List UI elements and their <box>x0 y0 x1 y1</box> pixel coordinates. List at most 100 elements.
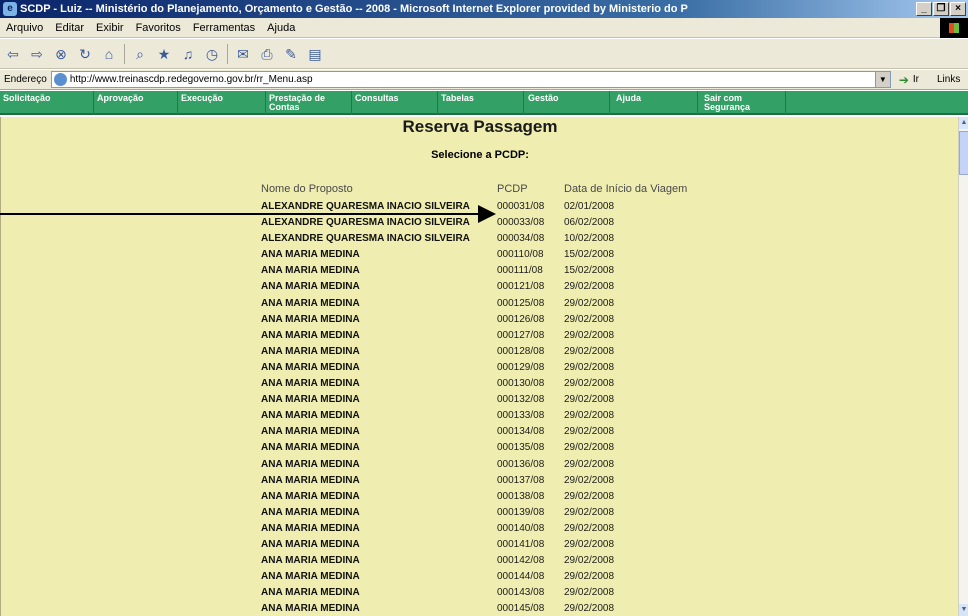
cell-nome[interactable]: ANA MARIA MEDINA <box>261 312 360 328</box>
table-row[interactable]: ALEXANDRE QUARESMA INACIO SILVEIRA 000034… <box>1 231 958 247</box>
table-row[interactable]: ANA MARIA MEDINA 000125/08 29/02/2008 <box>1 296 958 312</box>
table-row[interactable]: ANA MARIA MEDINA 000110/08 15/02/2008 <box>1 247 958 263</box>
scroll-up-icon[interactable]: ▲ <box>959 117 968 129</box>
table-row[interactable]: ANA MARIA MEDINA 000139/08 29/02/2008 <box>1 505 958 521</box>
close-button[interactable]: × <box>950 2 966 16</box>
cell-nome[interactable]: ANA MARIA MEDINA <box>261 585 360 601</box>
window-title: SCDP - Luiz -- Ministério do Planejament… <box>20 3 688 15</box>
nav-aprovacao[interactable]: Aprovação <box>94 91 178 115</box>
cell-nome[interactable]: ANA MARIA MEDINA <box>261 279 360 295</box>
stop-icon[interactable]: ⊗ <box>52 45 70 63</box>
cell-data: 29/02/2008 <box>564 490 615 502</box>
refresh-icon[interactable]: ↻ <box>76 45 94 63</box>
table-row[interactable]: ANA MARIA MEDINA 000137/08 29/02/2008 <box>1 473 958 489</box>
cell-nome[interactable]: ANA MARIA MEDINA <box>261 553 360 569</box>
cell-nome[interactable]: ANA MARIA MEDINA <box>261 489 360 505</box>
nav-consultas[interactable]: Consultas <box>352 91 438 115</box>
nav-sair[interactable]: Sair com Segurança <box>698 91 786 115</box>
table-row[interactable]: ALEXANDRE QUARESMA INACIO SILVEIRA 000033… <box>1 215 958 231</box>
table-row[interactable]: ANA MARIA MEDINA 000142/08 29/02/2008 <box>1 553 958 569</box>
nav-ajuda[interactable]: Ajuda <box>610 91 698 115</box>
cell-nome[interactable]: ANA MARIA MEDINA <box>261 392 360 408</box>
cell-data: 29/02/2008 <box>564 587 615 599</box>
cell-nome[interactable]: ANA MARIA MEDINA <box>261 601 360 616</box>
cell-data: 29/02/2008 <box>564 281 615 293</box>
nav-tabelas[interactable]: Tabelas <box>438 91 524 115</box>
nav-prestacao-contas[interactable]: Prestação de Contas <box>266 91 352 115</box>
nav-gestao[interactable]: Gestão <box>524 91 610 115</box>
favorites-icon[interactable]: ★ <box>155 45 173 63</box>
scroll-thumb[interactable] <box>959 131 968 175</box>
table-row[interactable]: ANA MARIA MEDINA 000145/08 29/02/2008 <box>1 601 958 616</box>
cell-data: 29/02/2008 <box>564 538 615 550</box>
cell-nome[interactable]: ANA MARIA MEDINA <box>261 440 360 456</box>
cell-nome[interactable]: ANA MARIA MEDINA <box>261 408 360 424</box>
table-row[interactable]: ANA MARIA MEDINA 000111/08 15/02/2008 <box>1 263 958 279</box>
table-row[interactable]: ANA MARIA MEDINA 000129/08 29/02/2008 <box>1 360 958 376</box>
print-icon[interactable]: ⎙ <box>258 45 276 63</box>
table-row[interactable]: ANA MARIA MEDINA 000140/08 29/02/2008 <box>1 521 958 537</box>
address-dropdown-icon[interactable]: ▼ <box>874 72 890 87</box>
cell-nome[interactable]: ANA MARIA MEDINA <box>261 473 360 489</box>
table-row[interactable]: ANA MARIA MEDINA 000134/08 29/02/2008 <box>1 424 958 440</box>
forward-icon[interactable]: ⇨ <box>28 45 46 63</box>
minimize-button[interactable]: _ <box>916 2 932 16</box>
cell-nome[interactable]: ANA MARIA MEDINA <box>261 457 360 473</box>
cell-nome[interactable]: ALEXANDRE QUARESMA INACIO SILVEIRA <box>261 199 470 215</box>
back-icon[interactable]: ⇦ <box>4 45 22 63</box>
discuss-icon[interactable]: ▤ <box>306 45 324 63</box>
table-row[interactable]: ANA MARIA MEDINA 000135/08 29/02/2008 <box>1 440 958 456</box>
table-row[interactable]: ANA MARIA MEDINA 000132/08 29/02/2008 <box>1 392 958 408</box>
cell-nome[interactable]: ANA MARIA MEDINA <box>261 505 360 521</box>
cell-data: 29/02/2008 <box>564 442 615 454</box>
table-row[interactable]: ANA MARIA MEDINA 000126/08 29/02/2008 <box>1 312 958 328</box>
edit-icon[interactable]: ✎ <box>282 45 300 63</box>
cell-nome[interactable]: ANA MARIA MEDINA <box>261 376 360 392</box>
cell-nome[interactable]: ANA MARIA MEDINA <box>261 247 360 263</box>
table-row[interactable]: ALEXANDRE QUARESMA INACIO SILVEIRA 000031… <box>1 199 958 215</box>
vertical-scrollbar[interactable]: ▲ ▼ <box>958 117 968 616</box>
nav-solicitacao[interactable]: Solicitação <box>0 91 94 115</box>
media-icon[interactable]: ♫ <box>179 45 197 63</box>
home-icon[interactable]: ⌂ <box>100 45 118 63</box>
table-row[interactable]: ANA MARIA MEDINA 000127/08 29/02/2008 <box>1 328 958 344</box>
cell-nome[interactable]: ALEXANDRE QUARESMA INACIO SILVEIRA <box>261 231 470 247</box>
table-row[interactable]: ANA MARIA MEDINA 000141/08 29/02/2008 <box>1 537 958 553</box>
menu-arquivo[interactable]: Arquivo <box>0 22 49 34</box>
cell-nome[interactable]: ANA MARIA MEDINA <box>261 537 360 553</box>
table-row[interactable]: ANA MARIA MEDINA 000121/08 29/02/2008 <box>1 279 958 295</box>
mail-icon[interactable]: ✉ <box>234 45 252 63</box>
menu-favoritos[interactable]: Favoritos <box>130 22 187 34</box>
maximize-button[interactable]: ❐ <box>933 2 949 16</box>
cell-nome[interactable]: ANA MARIA MEDINA <box>261 521 360 537</box>
cell-nome[interactable]: ANA MARIA MEDINA <box>261 569 360 585</box>
menu-ajuda[interactable]: Ajuda <box>261 22 301 34</box>
table-row[interactable]: ANA MARIA MEDINA 000143/08 29/02/2008 <box>1 585 958 601</box>
cell-nome[interactable]: ANA MARIA MEDINA <box>261 424 360 440</box>
table-row[interactable]: ANA MARIA MEDINA 000136/08 29/02/2008 <box>1 457 958 473</box>
cell-data: 29/02/2008 <box>564 555 615 567</box>
cell-nome[interactable]: ANA MARIA MEDINA <box>261 263 360 279</box>
menu-exibir[interactable]: Exibir <box>90 22 130 34</box>
go-button[interactable]: ➔ Ir <box>899 73 919 87</box>
cell-nome[interactable]: ANA MARIA MEDINA <box>261 296 360 312</box>
menu-editar[interactable]: Editar <box>49 22 90 34</box>
cell-nome[interactable]: ANA MARIA MEDINA <box>261 360 360 376</box>
nav-execucao[interactable]: Execução <box>178 91 266 115</box>
table-row[interactable]: ANA MARIA MEDINA 000128/08 29/02/2008 <box>1 344 958 360</box>
cell-nome[interactable]: ANA MARIA MEDINA <box>261 328 360 344</box>
history-icon[interactable]: ◷ <box>203 45 221 63</box>
table-row[interactable]: ANA MARIA MEDINA 000144/08 29/02/2008 <box>1 569 958 585</box>
cell-nome[interactable]: ANA MARIA MEDINA <box>261 344 360 360</box>
table-row[interactable]: ANA MARIA MEDINA 000138/08 29/02/2008 <box>1 489 958 505</box>
cell-pcdp: 000121/08 <box>497 281 545 293</box>
links-button[interactable]: Links <box>937 74 960 85</box>
cell-nome[interactable]: ALEXANDRE QUARESMA INACIO SILVEIRA <box>261 215 470 231</box>
search-icon[interactable]: ⌕ <box>131 45 149 63</box>
table-row[interactable]: ANA MARIA MEDINA 000130/08 29/02/2008 <box>1 376 958 392</box>
scroll-down-icon[interactable]: ▼ <box>959 604 968 616</box>
cell-pcdp: 000125/08 <box>497 297 545 309</box>
menu-ferramentas[interactable]: Ferramentas <box>187 22 261 34</box>
table-row[interactable]: ANA MARIA MEDINA 000133/08 29/02/2008 <box>1 408 958 424</box>
address-input[interactable]: http://www.treinascdp.redegoverno.gov.br… <box>50 71 891 88</box>
